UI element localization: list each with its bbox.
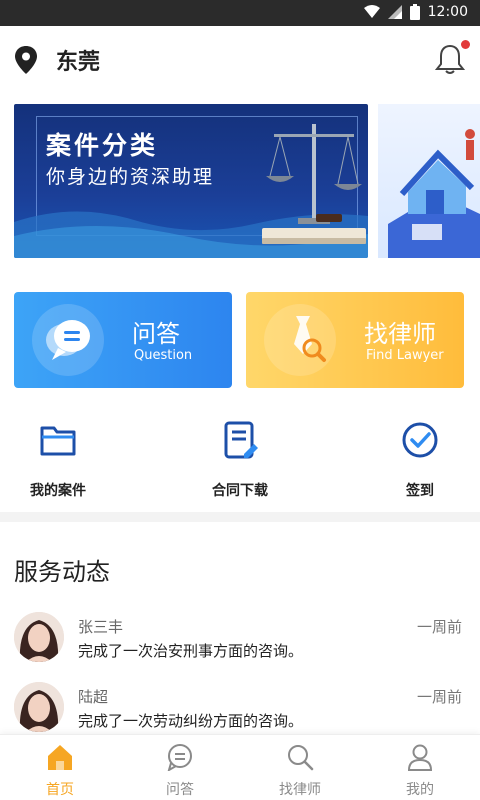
find-lawyer-card-title: 找律师 (364, 320, 436, 348)
section-title: 服务动态 (14, 558, 110, 586)
tab-label: 首页 (46, 782, 74, 798)
avatar (14, 612, 64, 662)
find-lawyer-card[interactable]: 找律师 Find Lawyer (246, 292, 464, 388)
feed-user-name: 陆超 (78, 688, 109, 706)
avatar-portrait (14, 682, 64, 732)
tab-label: 我的 (406, 782, 434, 798)
status-bar: 12:00 (0, 0, 480, 26)
quick-action-contract-download[interactable]: 合同下载 (160, 420, 320, 500)
quick-action-check-in[interactable]: 签到 (340, 420, 480, 500)
tab-qa[interactable]: 问答 (120, 735, 240, 800)
check-circle-icon (402, 422, 438, 458)
feed-time: 一周前 (416, 618, 462, 636)
avatar (14, 682, 64, 732)
wifi-icon (363, 5, 380, 18)
document-edit-icon (224, 421, 258, 459)
feed-time: 一周前 (416, 688, 462, 706)
home-icon (48, 745, 72, 770)
chat-bubble-icon (46, 320, 90, 360)
tab-label: 找律师 (279, 782, 321, 798)
qa-card[interactable]: 问答 Question (14, 292, 232, 388)
tab-home[interactable]: 首页 (0, 735, 120, 800)
status-time: 12:00 (427, 4, 468, 20)
header: 东莞 (0, 26, 480, 92)
chat-icon (167, 744, 192, 773)
notification-dot (461, 40, 470, 49)
scales-of-justice-icon (262, 124, 366, 244)
feed-item[interactable]: 张三丰 一周前 完成了一次治安刑事方面的咨询。 (0, 612, 480, 672)
feed-description: 完成了一次治安刑事方面的咨询。 (78, 642, 304, 660)
search-icon (288, 745, 314, 771)
location-pin-icon[interactable] (14, 46, 38, 74)
tab-label: 问答 (166, 782, 194, 798)
user-icon (407, 744, 433, 771)
tab-find-lawyer[interactable]: 找律师 (240, 735, 360, 800)
quick-action-my-cases[interactable]: 我的案件 (0, 420, 138, 500)
feed-item[interactable]: 陆超 一周前 完成了一次劳动纠纷方面的咨询。 (0, 682, 480, 742)
quick-action-label: 合同下载 (212, 483, 268, 499)
house-illustration (388, 129, 480, 258)
tab-profile[interactable]: 我的 (360, 735, 480, 800)
avatar-portrait (14, 612, 64, 662)
tie-magnifier-icon (294, 316, 326, 362)
banner-main[interactable]: 案件分类 你身边的资深助理 (14, 104, 368, 258)
signal-icon (387, 5, 402, 19)
quick-action-label: 签到 (406, 483, 434, 499)
battery-icon (409, 4, 420, 20)
find-lawyer-card-subtitle: Find Lawyer (366, 348, 444, 363)
qa-card-title: 问答 (132, 320, 180, 348)
bottom-tab-bar: 首页 问答 找律师 我的 (0, 734, 480, 800)
feed-user-name: 张三丰 (78, 618, 124, 636)
banner-next-preview[interactable] (378, 104, 480, 258)
quick-action-label: 我的案件 (30, 483, 86, 499)
city-label[interactable]: 东莞 (56, 44, 100, 76)
folder-icon (40, 426, 76, 456)
section-divider (0, 512, 480, 522)
qa-card-subtitle: Question (134, 348, 193, 363)
status-icons: 12:00 (363, 4, 468, 20)
feed-description: 完成了一次劳动纠纷方面的咨询。 (78, 712, 304, 730)
